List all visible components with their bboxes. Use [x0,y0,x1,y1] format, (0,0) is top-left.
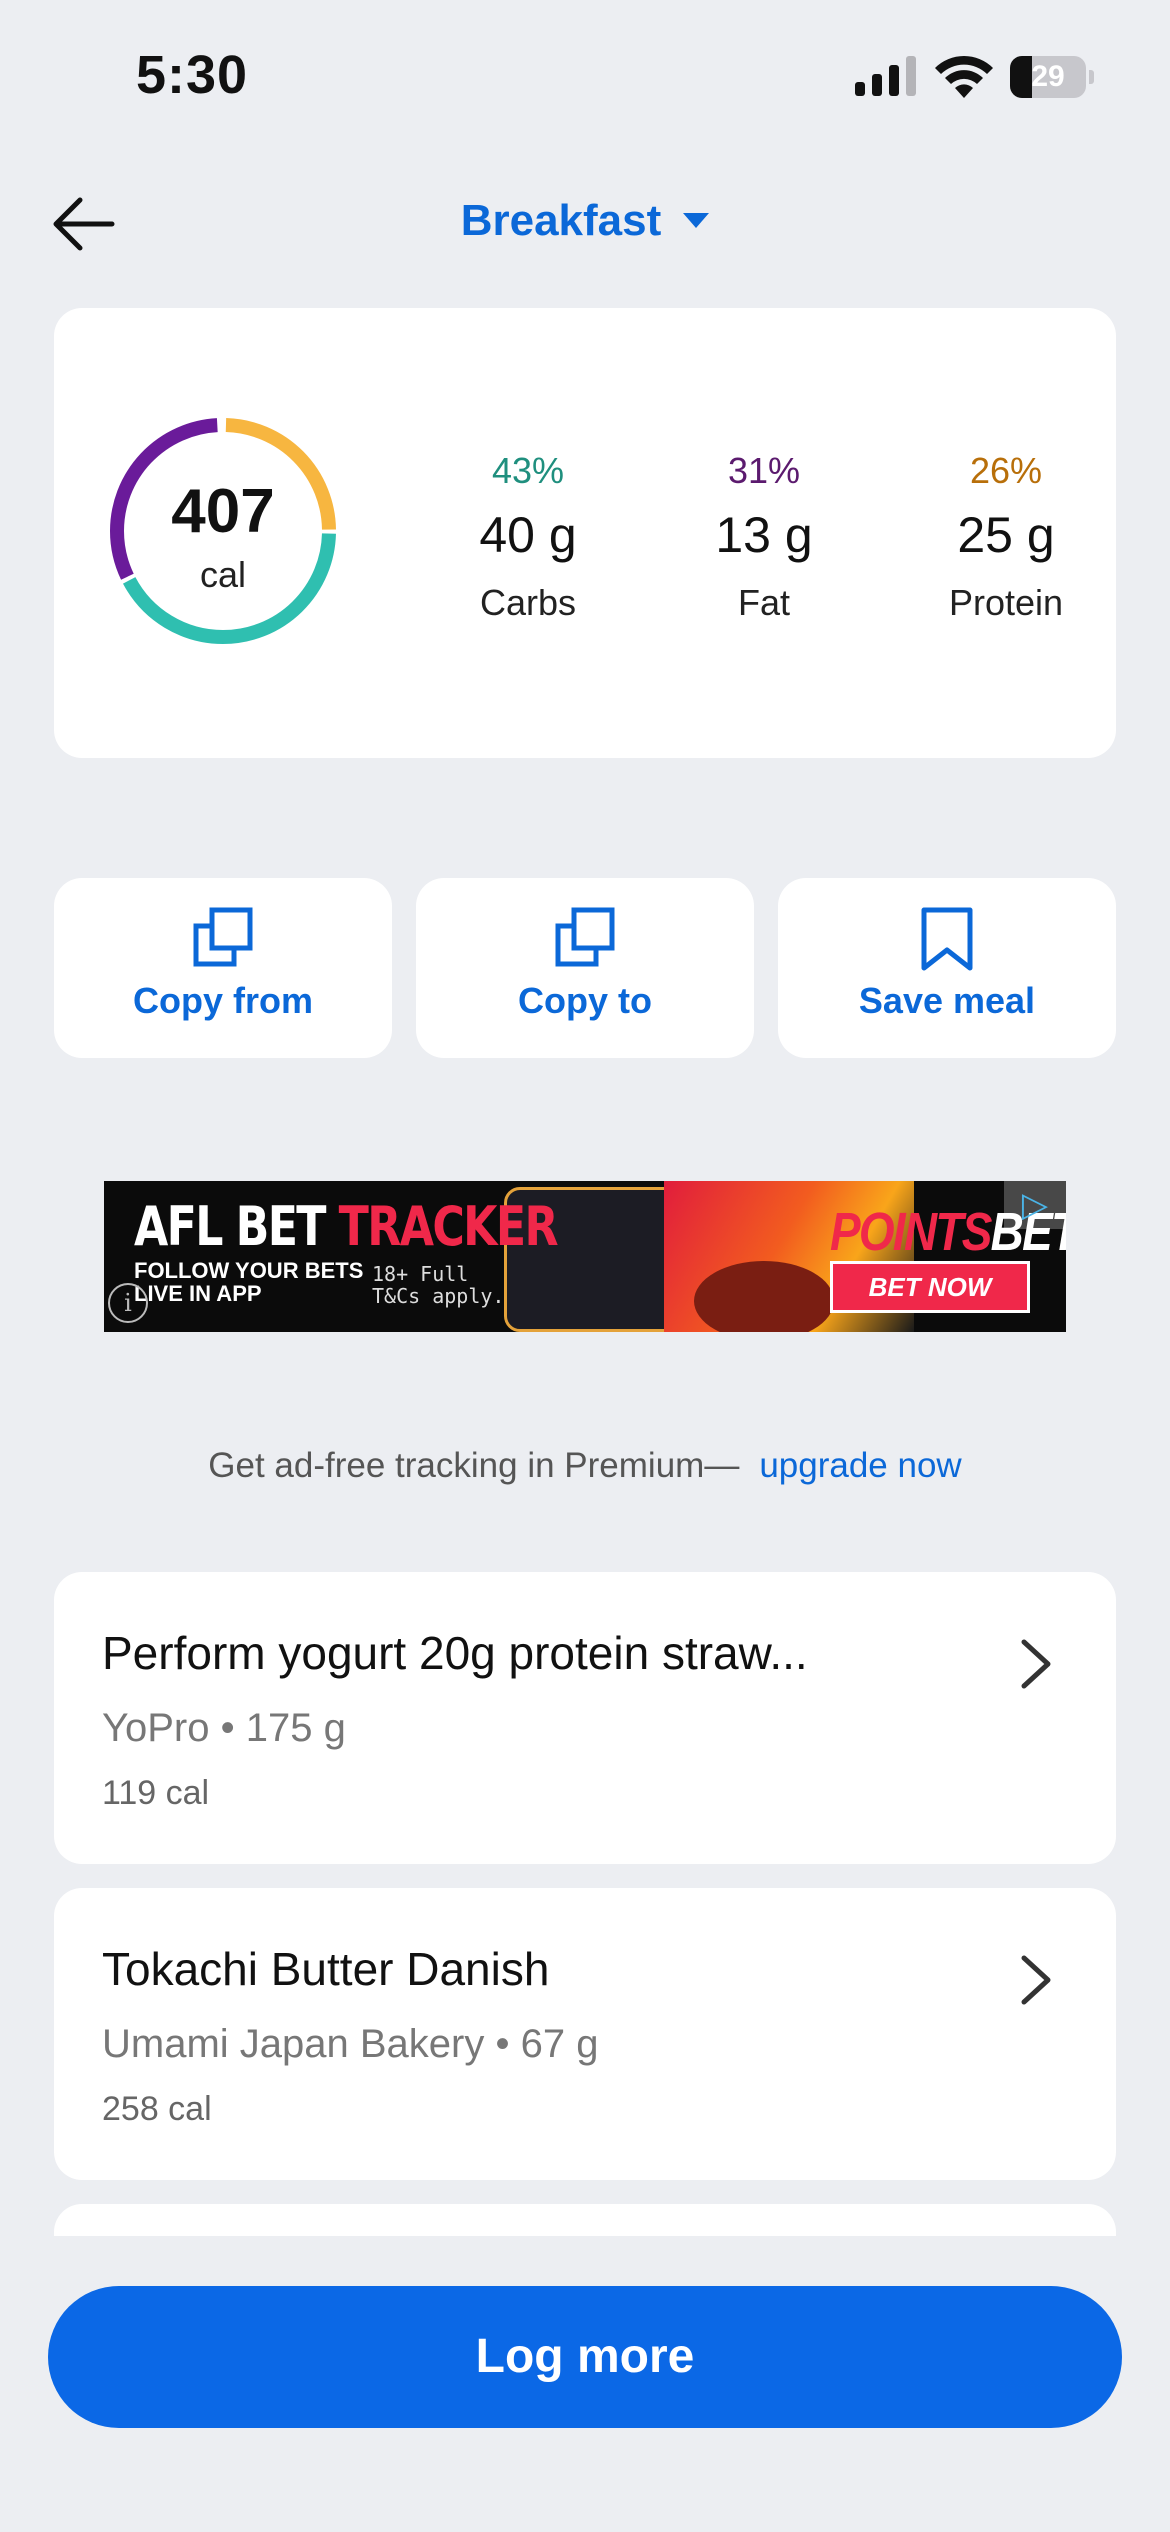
status-time: 5:30 [136,45,249,105]
total-calories: 407 [171,477,275,546]
protein-percent: 26% [969,450,1043,491]
food-brand-serving: YoPro • 175 g [102,1706,346,1750]
food-calories: 119 cal [102,1774,210,1812]
copy-icon [555,907,615,967]
premium-text: Get ad-free tracking in Premium— [208,1446,740,1485]
food-calories: 258 cal [102,2090,212,2128]
upgrade-now-link[interactable]: upgrade now [759,1446,961,1485]
food-item[interactable]: Tokachi Butter Danish Umami Japan Bakery… [54,1888,1116,2180]
ad-subline-2: LIVE IN APP [134,1281,262,1306]
fat-percent: 31% [727,450,801,491]
food-brand-serving: Umami Japan Bakery • 67 g [102,2022,599,2066]
chevron-right-icon [1021,1955,1051,2005]
ad-bet-now-button[interactable]: BET NOW [830,1261,1030,1313]
food-item-partial[interactable] [54,2204,1116,2236]
premium-upsell: Get ad-free tracking in Premium— upgrade … [0,1446,1170,1486]
macro-carbs: 43% 40 g Carbs [418,450,638,624]
fat-grams: 13 g [715,507,813,563]
chevron-down-icon [683,212,710,228]
protein-grams: 25 g [957,507,1055,563]
ad-subline: FOLLOW YOUR BETS LIVE IN APP [134,1259,363,1305]
log-more-button[interactable]: Log more [48,2286,1122,2428]
copy-icon [193,907,253,967]
calories-unit: cal [199,554,247,595]
food-item[interactable]: Perform yogurt 20g protein straw... YoPr… [54,1572,1116,1864]
copy-to-button[interactable]: Copy to [416,878,754,1058]
food-name: Tokachi Butter Danish [102,1943,550,1995]
ad-choices-icon[interactable]: ▷ [1004,1181,1066,1229]
copy-from-button[interactable]: Copy from [54,878,392,1058]
copy-from-label: Copy from [133,980,313,1021]
macro-fat: 31% 13 g Fat [654,450,874,624]
wifi-icon [935,55,993,98]
food-list: Perform yogurt 20g protein straw... YoPr… [0,1572,1170,2236]
nutrition-summary-card: 407 cal 43% 40 g Carbs 31% 13 g Fat 26% … [54,308,1116,758]
ad-terms: 18+ Full T&Cs apply. [372,1263,504,1307]
macro-protein: 26% 25 g Protein [896,450,1116,624]
ad-headline-red: TRACKER [338,1195,559,1258]
ad-brand-red: POINTS [830,1202,992,1262]
bookmark-icon [921,907,973,971]
copy-to-label: Copy to [518,980,652,1021]
carbs-label: Carbs [479,582,577,623]
ad-terms-1: 18+ Full [372,1262,469,1286]
chevron-right-icon [1021,1639,1051,1689]
fat-label: Fat [737,582,790,623]
battery-level: 29 [1031,60,1065,93]
ad-terms-2: T&Cs apply. [372,1284,505,1308]
protein-label: Protein [948,582,1064,623]
ad-info-icon[interactable]: i [108,1283,148,1323]
cellular-signal-icon [855,56,916,96]
ad-banner[interactable]: AFL BET TRACKER FOLLOW YOUR BETS LIVE IN… [104,1181,1066,1332]
meal-selector[interactable]: Breakfast [0,196,1170,246]
ad-football-graphic [694,1261,834,1332]
carbs-grams: 40 g [479,507,577,563]
save-meal-button[interactable]: Save meal [778,878,1116,1058]
battery-icon: 29 [1010,56,1094,98]
save-meal-label: Save meal [858,980,1036,1021]
ad-headline: AFL BET TRACKER [134,1195,559,1258]
ad-subline-1: FOLLOW YOUR BETS [134,1258,364,1283]
carbs-percent: 43% [491,450,565,491]
meal-title: Breakfast [460,196,662,245]
ad-headline-white: AFL BET [134,1195,327,1258]
food-name: Perform yogurt 20g protein straw... [102,1627,808,1679]
